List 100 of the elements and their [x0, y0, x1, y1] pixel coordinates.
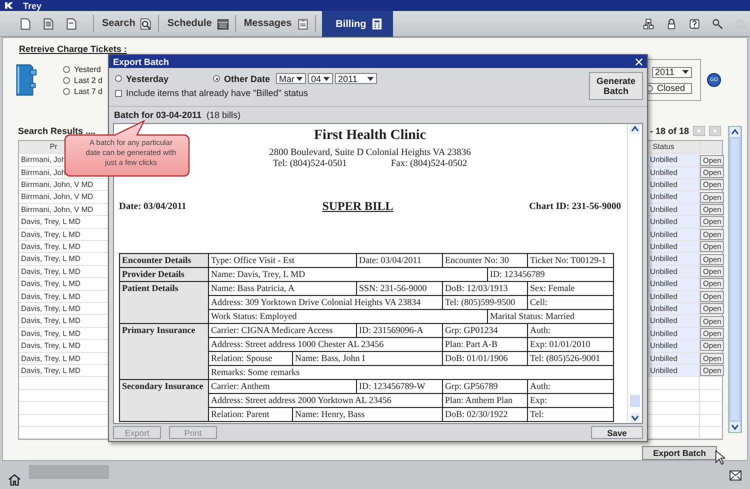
table-cell: Ticket No: T00129-1 [528, 254, 614, 268]
caret-icon [296, 76, 304, 81]
table-cell: Auth: [528, 380, 614, 394]
page-count: - 18 of 18 [650, 126, 689, 136]
scroll-thumb[interactable] [731, 139, 739, 420]
year-dropdown[interactable]: 2011 [335, 73, 378, 84]
table-cell: Carrier: CIGNA Medicare Access [208, 324, 357, 338]
magnifier-icon [140, 18, 152, 30]
bill-date: Date: 03/04/2011 [119, 202, 186, 212]
window-title: Trey [23, 0, 42, 11]
table-cell: Relation: Spouse [208, 352, 292, 366]
close-icon[interactable] [635, 58, 643, 66]
batch-title: Batch for 03-04-2011 [114, 110, 202, 120]
table-cell: Address: Street address 1000 Chester AL 23456 [208, 338, 443, 352]
table-cell: Type: Office Visit - Est [208, 254, 357, 268]
radio-option[interactable]: Yesterday [115, 74, 211, 84]
table-cell: Sex: Female [528, 282, 614, 296]
checkbox-option[interactable]: Include items that already have "Billed" status [115, 88, 378, 98]
home-icon[interactable] [8, 472, 21, 486]
toolbar-tab[interactable]: Messages [236, 15, 316, 32]
scroll-up-icon[interactable] [630, 124, 640, 134]
section-title: Search Results .... [18, 126, 96, 136]
help-icon[interactable] [689, 18, 700, 30]
clinic-name: First Health Clinic [314, 128, 426, 144]
radio-option[interactable]: Last 7 d [63, 86, 102, 96]
table-cell: Exp: 01/01/2010 [528, 338, 614, 352]
table-cell: Carrier: Anthem [208, 380, 357, 394]
table-cell: Name: Davis, Trey, L MD [208, 268, 488, 282]
radio-option[interactable]: Yesterd [63, 64, 102, 74]
day-dropdown[interactable]: 04 [308, 73, 334, 84]
clinic-address: 2800 Boulevard, Suite D Colonial Heights VA 23836 [269, 148, 471, 158]
table-cell: Address: Street address 2000 Yorktown AL 23456 [208, 394, 443, 408]
row-header: Primary Insurance [120, 324, 208, 380]
row-header: Secondary Insurance [120, 380, 208, 422]
year-dropdown[interactable]: 2011 [652, 66, 692, 78]
table-cell: Exp: [528, 394, 614, 408]
caret-icon [323, 76, 330, 81]
table-cell: ID: 123456789 [488, 268, 614, 282]
table-cell: Plan: Anthem Plan [442, 394, 528, 408]
dialog-button[interactable]: Save [591, 426, 643, 440]
caret-icon [682, 70, 689, 74]
dialog-title: Export Batch [113, 56, 170, 67]
table-cell: Date: 03/04/2011 [356, 254, 443, 268]
lock-icon[interactable] [666, 18, 677, 30]
row-header: Provider Details [120, 268, 208, 282]
table-cell: Marital Status: Married [488, 310, 614, 324]
table-cell: Grp: GP56789 [442, 380, 528, 394]
chart-id: Chart ID: 231-56-9000 [529, 202, 621, 212]
table-cell: Name: Bass Patricia, A [208, 282, 357, 296]
scrollbar[interactable] [728, 126, 742, 434]
toolbar-tab[interactable]: Billing [322, 11, 394, 38]
scrollbar[interactable] [627, 124, 642, 424]
scroll-up-icon[interactable] [730, 127, 740, 138]
table-cell: DoB: 01/01/1906 [442, 352, 528, 366]
table-cell: Address: 309 Yorktown Drive Colonial Heights VA 23834 [208, 296, 443, 310]
new-document-icon[interactable] [20, 18, 31, 30]
generate-batch-button[interactable]: Generate Batch [589, 72, 643, 100]
calendar-icon [216, 18, 229, 30]
table-cell: Encounter No: 30 [442, 254, 528, 268]
table-cell: Tel: [528, 408, 614, 422]
radio-option[interactable]: Other Date [213, 74, 270, 84]
bill-title: SUPER BILL [322, 199, 394, 214]
table-cell: Relation: Parent [208, 408, 292, 422]
row-header: Encounter Details [120, 254, 208, 268]
phone-number: Tel: (804)524-0501 [272, 159, 347, 170]
table-cell: Remarks: Some remarks [208, 366, 614, 380]
table-cell: SSN: 231-56-9000 [356, 282, 443, 296]
file-cabinet-icon [15, 63, 37, 98]
radio-option[interactable]: Last 2 d [63, 76, 102, 85]
table-cell: Grp: GP01234 [442, 324, 528, 338]
table-cell: ID: 123456789-W [356, 380, 443, 394]
toolbar-tab[interactable]: Schedule [159, 15, 236, 32]
row-header: Patient Details [120, 282, 208, 324]
app-logo-icon [5, 2, 13, 10]
document-icon[interactable] [66, 18, 77, 30]
network-icon[interactable] [643, 18, 654, 30]
section-title: Retreive Charge Tickets : [19, 44, 128, 54]
table-cell: Plan: Part A-B [442, 338, 528, 352]
bill-count: (18 bills) [206, 110, 241, 120]
export-batch-button[interactable]: Export Batch [642, 446, 717, 460]
table-cell: ID: 231569096-A [356, 324, 443, 338]
table-cell: Name: Bass, John I [292, 352, 443, 366]
mail-icon[interactable] [729, 470, 742, 481]
fax-number: Fax: (804)524-0502 [390, 159, 468, 170]
table-cell: DoB: 12/03/1913 [442, 282, 528, 296]
clipboard-icon [296, 18, 309, 30]
table-cell: Tel: (805)599-9500 [442, 296, 528, 310]
table-cell: Name: Henry, Bass [292, 408, 443, 422]
table-cell: DoB: 02/30/1922 [442, 408, 528, 422]
month-dropdown[interactable]: Mar [276, 73, 306, 84]
table-cell: Work Status: Employed [208, 310, 488, 324]
toolbar-tab[interactable]: Search [94, 15, 160, 32]
scroll-down-icon[interactable] [630, 413, 640, 424]
table-cell: Auth: [528, 324, 614, 338]
caret-icon [367, 76, 374, 81]
search-icon[interactable] [712, 18, 723, 30]
scroll-down-icon[interactable] [730, 422, 740, 432]
document-icon[interactable] [43, 18, 54, 30]
scroll-thumb[interactable] [630, 395, 640, 408]
table-cell: Cell: [528, 296, 614, 310]
